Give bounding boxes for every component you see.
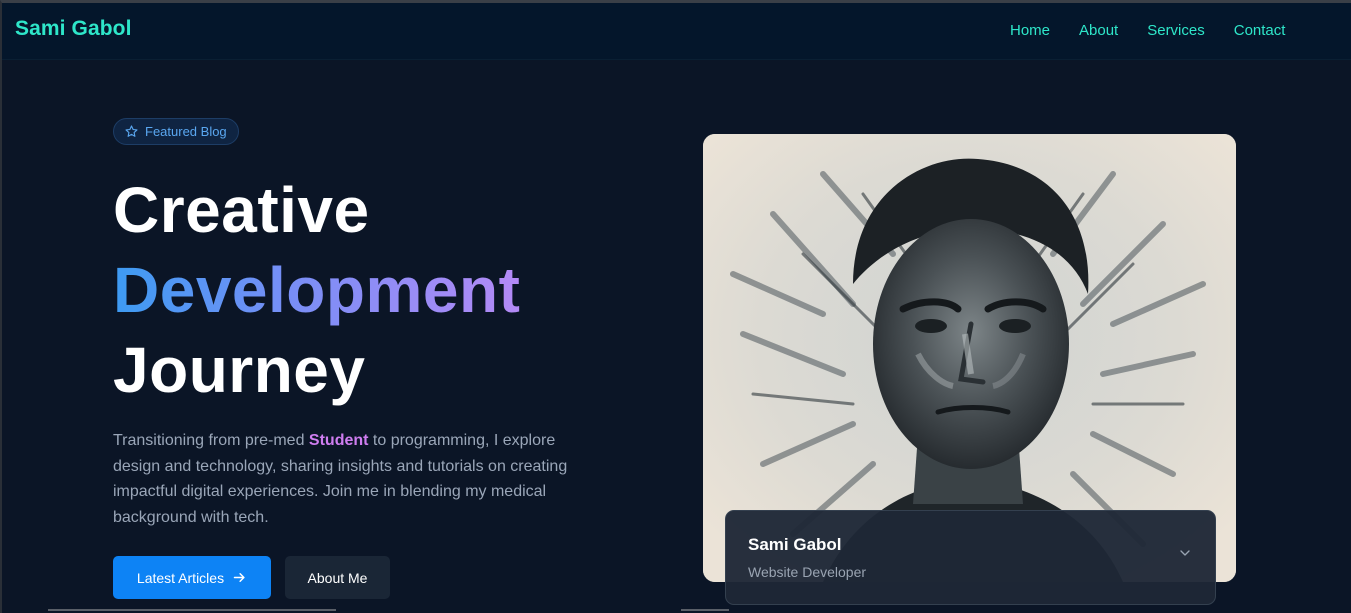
headline-line-2: Development xyxy=(113,250,520,330)
about-me-label: About Me xyxy=(307,569,368,586)
profile-card[interactable]: Sami Gabol Website Developer xyxy=(725,510,1216,605)
about-me-button[interactable]: About Me xyxy=(285,556,390,599)
nav-link-services[interactable]: Services xyxy=(1147,22,1205,39)
nav-link-about[interactable]: About xyxy=(1079,22,1118,39)
profile-name: Sami Gabol xyxy=(748,535,842,554)
chevron-down-icon[interactable] xyxy=(1177,545,1193,561)
featured-badge: Featured Blog xyxy=(113,118,239,145)
headline-line-3: Journey xyxy=(113,334,366,406)
page: Sami Gabol Home About Services Contact F… xyxy=(0,0,1351,613)
headline-line-1: Creative xyxy=(113,174,370,246)
badge-label: Featured Blog xyxy=(145,124,227,139)
star-icon xyxy=(125,125,138,137)
nav-links: Home About Services Contact xyxy=(1010,22,1314,39)
hero-intro: Transitioning from pre-med Student to pr… xyxy=(113,428,591,530)
navbar: Sami Gabol Home About Services Contact xyxy=(2,3,1351,60)
hero-headline: Creative Development Journey xyxy=(113,170,520,410)
intro-highlight: Student xyxy=(308,432,369,449)
latest-articles-button[interactable]: Latest Articles xyxy=(113,556,271,599)
nav-link-contact[interactable]: Contact xyxy=(1234,22,1286,39)
scroll-divider xyxy=(681,609,729,611)
intro-text-before: Transitioning from pre-med xyxy=(113,432,309,449)
arrow-right-icon xyxy=(233,573,245,582)
nav-link-home[interactable]: Home xyxy=(1010,22,1050,39)
latest-articles-label: Latest Articles xyxy=(136,569,225,586)
scroll-divider xyxy=(48,609,336,611)
profile-role: Website Developer xyxy=(748,564,867,580)
brand-logo[interactable]: Sami Gabol xyxy=(15,17,132,41)
